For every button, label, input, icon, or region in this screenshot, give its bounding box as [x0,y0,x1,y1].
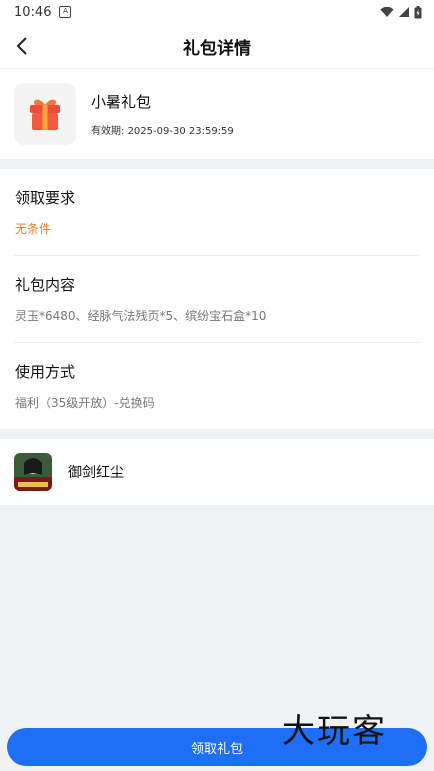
footer: 领取礼包 [0,723,434,771]
validity-date: 2025-09-30 23:59:59 [127,126,234,137]
page-title: 礼包详情 [183,38,251,59]
requirement-value: 无条件 [15,222,52,236]
status-bar: 10:46 A [0,0,434,24]
gift-details: 领取要求 无条件 礼包内容 灵玉*6480、经脉气法残页*5、缤纷宝石盒*10 … [0,169,434,429]
usage-title: 使用方式 [15,363,76,381]
divider [0,429,434,439]
contents-title: 礼包内容 [15,276,76,294]
gift-box-icon [14,83,76,145]
wifi-icon [380,6,394,17]
game-icon [14,453,52,491]
detail-usage: 使用方式 福利（35级开放）-兑换码 [14,343,420,429]
requirement-title: 领取要求 [15,189,76,207]
chevron-left-icon [16,37,27,55]
usage-value: 福利（35级开放）-兑换码 [15,396,155,410]
detail-requirement: 领取要求 无条件 [14,169,420,256]
battery-icon [414,5,422,18]
claim-gift-button[interactable]: 领取礼包 [7,728,427,766]
validity-label: 有效期: [91,126,125,137]
signal-icon [399,7,409,17]
status-time: 10:46 [14,4,52,20]
detail-contents: 礼包内容 灵玉*6480、经脉气法残页*5、缤纷宝石盒*10 [14,256,420,343]
gift-name: 小暑礼包 [91,93,152,111]
gift-summary: 小暑礼包 有效期: 2025-09-30 23:59:59 [0,69,434,159]
contents-value: 灵玉*6480、经脉气法残页*5、缤纷宝石盒*10 [15,309,267,323]
back-button[interactable] [10,34,34,58]
game-name: 御剑红尘 [68,465,124,481]
divider [0,159,434,169]
game-link[interactable]: 御剑红尘 [0,439,434,505]
gift-validity: 有效期: 2025-09-30 23:59:59 [91,122,234,137]
notification-icon: A [59,6,72,18]
header: 礼包详情 [0,24,434,69]
